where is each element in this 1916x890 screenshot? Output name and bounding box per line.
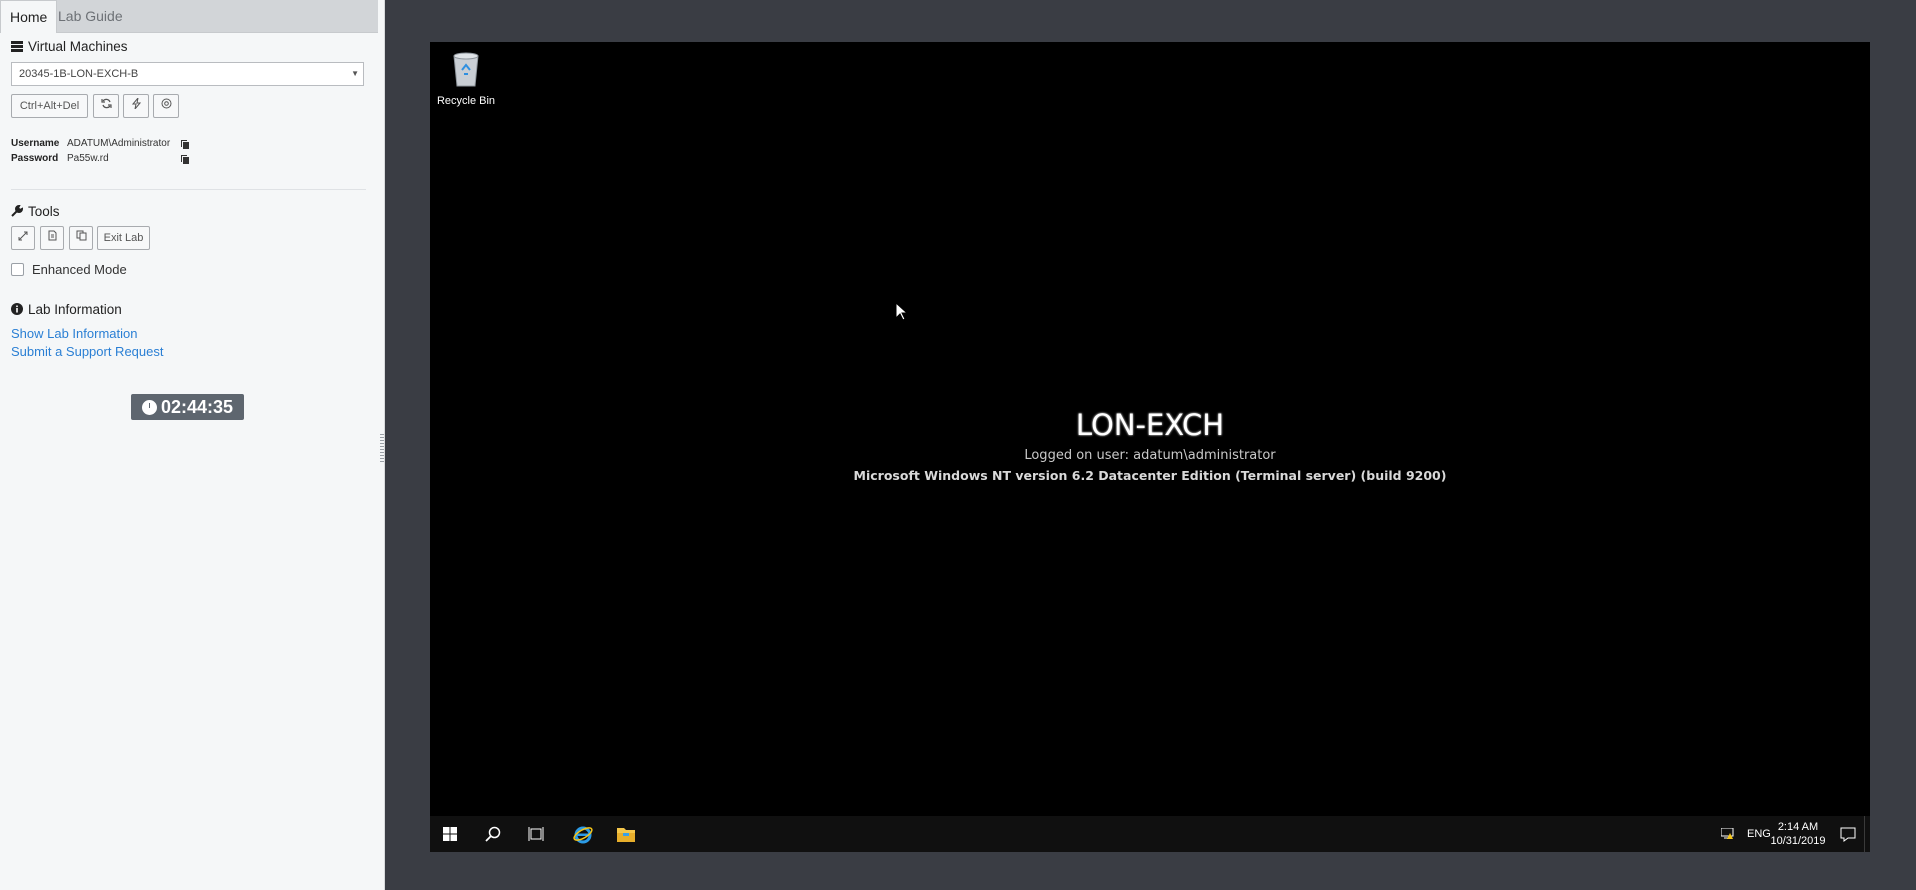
- file-explorer-button[interactable]: [606, 816, 646, 852]
- revert-button[interactable]: [153, 94, 179, 118]
- show-lab-information-link[interactable]: Show Lab Information: [11, 326, 137, 341]
- action-center-icon[interactable]: [1840, 826, 1856, 842]
- enhanced-mode-label: Enhanced Mode: [32, 262, 127, 277]
- windows-taskbar: ENG 2:14 AM 10/31/2019: [430, 816, 1870, 852]
- timer-value: 02:44:35: [160, 397, 234, 417]
- bginfo-logged-user: Logged on user: adatum\administrator: [1024, 448, 1276, 463]
- tools-heading: Tools: [11, 204, 60, 220]
- recycle-bin-icon: [448, 52, 484, 92]
- internet-explorer-icon: [573, 826, 593, 844]
- folder-icon: [617, 828, 635, 842]
- taskbar-clock[interactable]: 2:14 AM 10/31/2019: [1762, 820, 1834, 848]
- enhanced-mode-checkbox[interactable]: [11, 263, 24, 276]
- section-divider: [11, 189, 366, 190]
- search-button[interactable]: [473, 816, 513, 852]
- document-button[interactable]: [40, 226, 64, 250]
- lab-information-heading: Lab Information: [11, 302, 122, 318]
- tab-lab-guide[interactable]: Lab Guide: [49, 0, 132, 32]
- revert-icon: [161, 98, 172, 112]
- document-icon: [48, 230, 57, 244]
- lab-timer: 02:44:35: [131, 394, 244, 420]
- start-button[interactable]: [430, 816, 470, 852]
- ctrl-alt-del-button[interactable]: Ctrl+Alt+Del: [11, 94, 88, 118]
- vm-select-value: 20345-1B-LON-EXCH-B: [19, 68, 139, 80]
- recycle-bin-shortcut[interactable]: Recycle Bin: [434, 50, 498, 107]
- fullscreen-icon: [18, 231, 28, 244]
- wrench-icon: [11, 204, 25, 220]
- password-value: Pa55w.rd: [67, 153, 109, 164]
- bginfo-hostname: LON-EXCH: [1075, 408, 1225, 442]
- bginfo-os-version: Microsoft Windows NT version 6.2 Datacen…: [853, 468, 1447, 483]
- internet-explorer-button[interactable]: [563, 816, 603, 852]
- username-label: Username: [11, 138, 60, 149]
- tab-bar: Home Lab Guide: [0, 0, 378, 33]
- fullscreen-button[interactable]: [11, 226, 35, 250]
- refresh-icon: [100, 98, 112, 112]
- power-button[interactable]: [123, 94, 149, 118]
- task-view-icon: [528, 827, 544, 841]
- lab-control-panel: Home Lab Guide Virtual Machines 20345-1B…: [0, 0, 385, 890]
- info-icon: [11, 302, 25, 318]
- server-list-icon: [11, 40, 25, 55]
- network-warning-icon[interactable]: [1721, 828, 1735, 839]
- vm-select-dropdown[interactable]: 20345-1B-LON-EXCH-B ▼: [11, 62, 364, 86]
- tools-title: Tools: [28, 204, 60, 219]
- username-value: ADATUM\Administrator: [67, 138, 171, 149]
- recycle-bin-label: Recycle Bin: [436, 95, 496, 107]
- clock-time: 2:14 AM: [1777, 821, 1819, 833]
- copy-password-icon[interactable]: [180, 154, 190, 165]
- virtual-machines-heading: Virtual Machines: [11, 39, 128, 55]
- chevron-down-icon: ▼: [351, 69, 359, 78]
- virtual-machines-title: Virtual Machines: [28, 39, 128, 54]
- windows-logo-icon: [443, 827, 457, 841]
- password-label: Password: [11, 153, 59, 164]
- stopwatch-icon: [141, 400, 157, 415]
- lab-information-title: Lab Information: [28, 302, 122, 317]
- panel-resize-handle[interactable]: [380, 432, 384, 462]
- power-icon: [131, 97, 141, 112]
- task-view-button[interactable]: [516, 816, 556, 852]
- clipboard-icon: [76, 230, 87, 244]
- show-desktop-button[interactable]: [1864, 816, 1865, 852]
- search-icon: [485, 826, 501, 842]
- copy-username-icon[interactable]: [180, 139, 190, 150]
- clipboard-button[interactable]: [69, 226, 93, 250]
- refresh-button[interactable]: [93, 94, 119, 118]
- submit-support-request-link[interactable]: Submit a Support Request: [11, 344, 163, 359]
- remote-desktop-screen[interactable]: Recycle Bin LON-EXCH Logged on user: ada…: [430, 42, 1870, 852]
- exit-lab-button[interactable]: Exit Lab: [97, 226, 150, 250]
- mouse-cursor-icon: [895, 302, 909, 321]
- clock-date: 10/31/2019: [1770, 835, 1826, 847]
